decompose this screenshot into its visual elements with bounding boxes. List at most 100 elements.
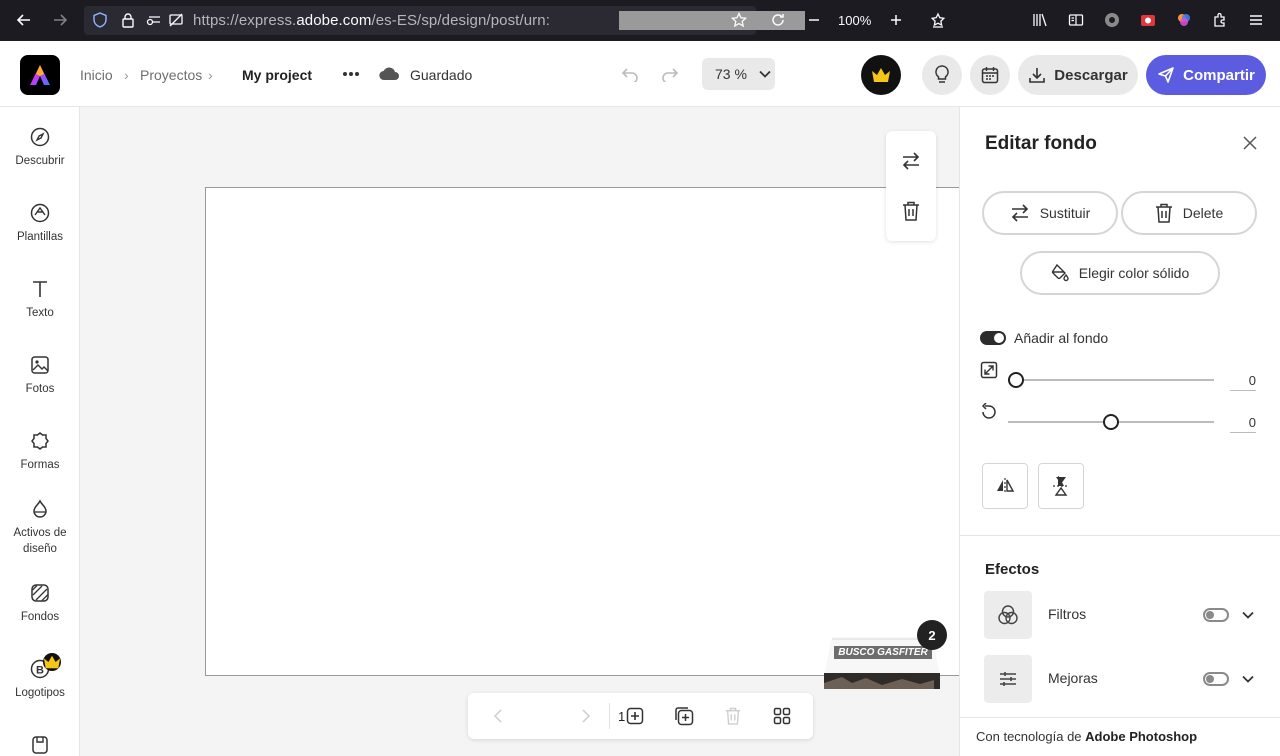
scale-slider-knob[interactable] xyxy=(1008,372,1024,388)
color-extension-icon[interactable] xyxy=(1170,6,1198,34)
url-bar[interactable]: https://express.adobe.com/es-ES/sp/desig… xyxy=(84,6,805,35)
breadcrumb-home[interactable]: Inicio xyxy=(80,67,113,83)
trash-icon[interactable] xyxy=(899,199,923,223)
rail-item-shapes[interactable]: Formas xyxy=(0,431,80,473)
canvas-zoom-select[interactable]: 73 % xyxy=(702,58,775,90)
zoom-out-icon[interactable] xyxy=(800,6,828,34)
add-to-background-toggle[interactable] xyxy=(980,331,1006,345)
paint-bucket-icon xyxy=(1051,264,1069,282)
reload-icon[interactable] xyxy=(764,6,792,34)
scale-slider-track[interactable] xyxy=(1008,379,1214,381)
rail-label: Plantillas xyxy=(16,231,64,243)
url-path: /es-ES/sp/design/post/urn: xyxy=(371,12,550,29)
enhancements-row[interactable]: Mejoras xyxy=(984,655,1259,703)
canvas-area: BUSCO GASFITER 2 1 xyxy=(80,107,965,756)
rail-label: Formas xyxy=(20,459,60,471)
browser-zoom-level[interactable]: 100% xyxy=(838,13,871,28)
duplicate-page-icon[interactable] xyxy=(673,705,695,727)
enhancements-toggle[interactable] xyxy=(1203,672,1229,686)
rotate-icon xyxy=(979,402,999,422)
delete-button[interactable]: Delete xyxy=(1121,191,1257,235)
send-icon xyxy=(1158,67,1174,83)
rail-item-templates[interactable]: Plantillas xyxy=(0,203,80,245)
rail-item-logos[interactable]: B Logotipos xyxy=(0,653,80,701)
swap-icon[interactable] xyxy=(899,149,923,173)
solid-color-button[interactable]: Elegir color sólido xyxy=(1020,251,1220,295)
share-button[interactable]: Compartir xyxy=(1146,55,1266,95)
undo-icon[interactable] xyxy=(618,63,642,85)
text-icon xyxy=(33,281,47,297)
pocket-icon[interactable] xyxy=(924,6,952,34)
panel-divider xyxy=(960,717,1280,718)
lock-icon[interactable] xyxy=(114,6,142,34)
photo-icon xyxy=(31,356,49,374)
rail-item-photos[interactable]: Fotos xyxy=(0,355,80,397)
edit-background-panel: Editar fondo Sustituir Delete Elegir col… xyxy=(959,107,1280,756)
artboard[interactable] xyxy=(205,187,965,676)
rail-item-more[interactable] xyxy=(0,735,80,755)
download-icon xyxy=(1029,68,1046,83)
rail-item-design-assets[interactable]: Activos de diseño xyxy=(0,499,80,557)
ideas-button[interactable] xyxy=(922,55,962,95)
flip-vertical-button[interactable] xyxy=(1038,463,1084,509)
filters-icon xyxy=(998,605,1018,625)
replace-button[interactable]: Sustituir xyxy=(982,191,1118,235)
reader-view-icon[interactable] xyxy=(1062,6,1090,34)
project-name[interactable]: My project xyxy=(242,67,312,83)
adobe-express-logo[interactable] xyxy=(20,55,60,95)
library-icon[interactable] xyxy=(1026,6,1054,34)
back-icon[interactable] xyxy=(10,6,38,34)
cloud-icon xyxy=(378,64,400,84)
flip-horizontal-button[interactable] xyxy=(982,463,1028,509)
shield-icon[interactable] xyxy=(86,6,114,34)
forward-icon[interactable] xyxy=(46,6,74,34)
sliders-icon xyxy=(1000,672,1016,686)
crown-icon xyxy=(43,655,61,669)
extensions-icon[interactable] xyxy=(1206,6,1234,34)
zoom-in-icon[interactable] xyxy=(882,6,910,34)
premium-badge xyxy=(43,653,61,671)
delete-page-icon[interactable] xyxy=(722,705,744,727)
thumbnail-count-badge: 2 xyxy=(917,620,947,650)
more-options-icon[interactable] xyxy=(338,63,364,85)
schedule-button[interactable] xyxy=(970,55,1010,95)
backgrounds-icon xyxy=(31,584,49,602)
bookmark-star-icon[interactable] xyxy=(725,6,753,34)
camera-extension-icon[interactable] xyxy=(1134,6,1162,34)
premium-button[interactable] xyxy=(861,55,901,95)
scale-icon xyxy=(979,360,999,380)
panel-divider xyxy=(960,535,1280,536)
menu-icon[interactable] xyxy=(1242,6,1270,34)
replace-label: Sustituir xyxy=(1039,205,1091,221)
rail-item-backgrounds[interactable]: Fondos xyxy=(0,583,80,625)
thumbnail-title: BUSCO GASFITER xyxy=(834,646,932,659)
redo-icon[interactable] xyxy=(658,63,682,85)
chevron-down-icon[interactable] xyxy=(1240,669,1256,689)
filters-icon-tile xyxy=(984,591,1032,639)
rotate-value[interactable]: 0 xyxy=(1230,415,1256,433)
extension-blue-icon[interactable] xyxy=(1098,6,1126,34)
screen-share-off-icon[interactable] xyxy=(162,6,190,34)
rail-label: Fotos xyxy=(25,383,55,395)
url-text[interactable]: https://express.adobe.com/es-ES/sp/desig… xyxy=(193,12,550,29)
powered-by-prefix: Con tecnología de xyxy=(976,729,1086,744)
filters-label: Filtros xyxy=(1048,606,1087,622)
left-rail: Descubrir Plantillas Texto Fotos Formas … xyxy=(0,107,80,756)
panel-title: Editar fondo xyxy=(985,133,1097,154)
close-icon[interactable] xyxy=(1240,133,1260,153)
rail-item-text[interactable]: Texto xyxy=(0,279,80,321)
next-page-icon[interactable] xyxy=(576,706,596,726)
breadcrumb-projects[interactable]: Proyectos xyxy=(140,67,202,83)
chevron-down-icon[interactable] xyxy=(1240,605,1256,625)
calendar-icon xyxy=(981,67,999,84)
rail-item-discover[interactable]: Descubrir xyxy=(0,127,80,169)
filters-toggle[interactable] xyxy=(1203,608,1229,622)
filters-row[interactable]: Filtros xyxy=(984,591,1259,639)
prev-page-icon[interactable] xyxy=(488,706,508,726)
scale-value[interactable]: 0 xyxy=(1230,373,1256,391)
add-page-icon[interactable] xyxy=(624,705,646,727)
download-button[interactable]: Descargar xyxy=(1018,55,1138,95)
grid-view-icon[interactable] xyxy=(771,705,793,727)
rotate-slider-knob[interactable] xyxy=(1103,414,1119,430)
media-icon xyxy=(32,736,48,754)
